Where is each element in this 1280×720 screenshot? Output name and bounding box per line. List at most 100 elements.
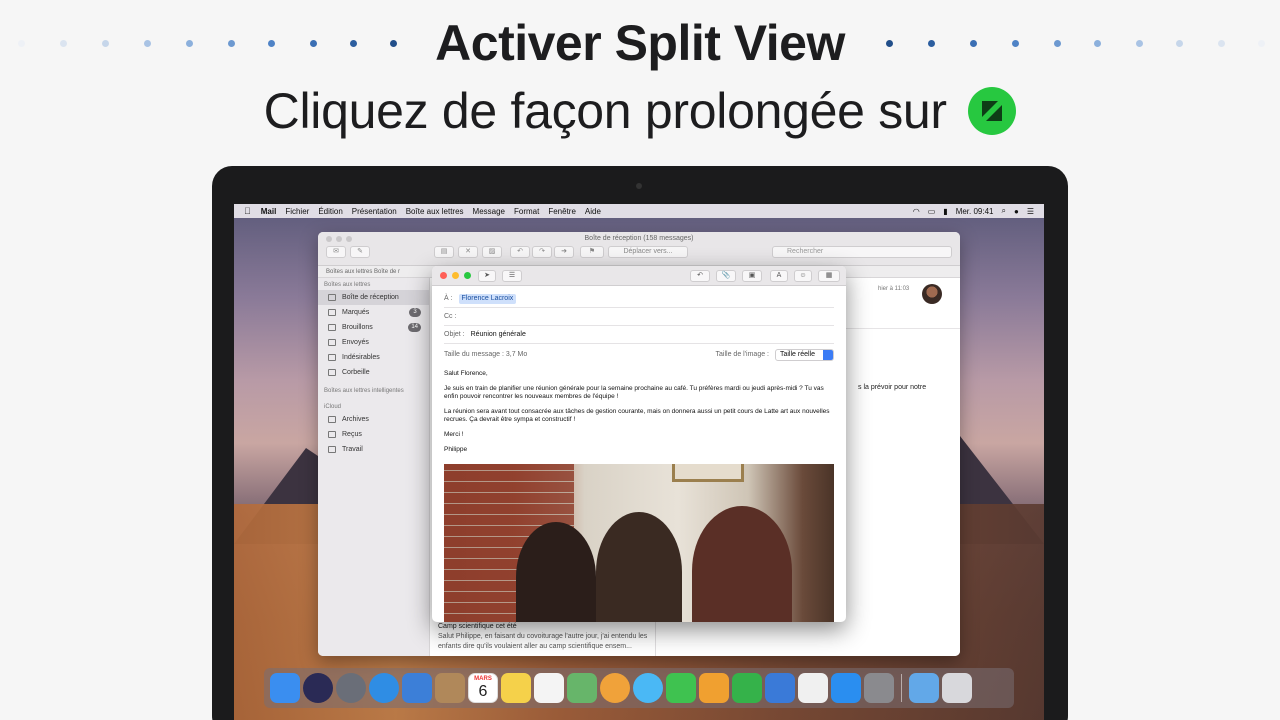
sidebar-item-label: Brouillons (342, 324, 373, 331)
menubar-clock[interactable]: Mer. 09:41 (956, 207, 994, 216)
attached-photo[interactable] (444, 464, 834, 622)
music-icon[interactable] (798, 673, 828, 703)
markup-icon[interactable]: ▦ (818, 270, 840, 282)
sidebar-item-archives[interactable]: Archives (318, 412, 429, 427)
safari-icon[interactable] (369, 673, 399, 703)
compose-toolbar: ➤ ☰ ↶ 📎 ▣ A ☺ ▦ (432, 266, 846, 286)
menu-view[interactable]: Présentation (352, 207, 397, 216)
minimize-button[interactable] (452, 272, 459, 279)
photo-person-center (596, 512, 682, 622)
app-store-icon[interactable] (831, 673, 861, 703)
pages-icon[interactable] (699, 673, 729, 703)
junk-icon (328, 354, 336, 361)
sidebar-item-trash[interactable]: Corbeille (318, 365, 429, 380)
battery-icon[interactable]: ▮ (943, 207, 947, 216)
maps-icon[interactable] (567, 673, 597, 703)
body-thanks: Merci ! (444, 431, 464, 438)
sidebar-item-label: Envoyés (342, 339, 369, 346)
photo-picture-frame (672, 464, 744, 482)
menu-mailbox[interactable]: Boîte aux lettres (406, 207, 464, 216)
sidebar-item-work[interactable]: Travail (318, 442, 429, 457)
contacts-icon[interactable] (435, 673, 465, 703)
reply-icon[interactable]: ↶ (690, 270, 710, 282)
spotlight-search-icon[interactable]: ⌕ (1002, 206, 1006, 216)
numbers-icon[interactable] (732, 673, 762, 703)
sidebar-item-label: Reçus (342, 431, 362, 438)
menu-window[interactable]: Fenêtre (548, 207, 576, 216)
sidebar-item-label: Indésirables (342, 354, 380, 361)
emoji-icon[interactable]: ☺ (794, 270, 812, 282)
wifi-icon[interactable]: ◠ (913, 207, 920, 216)
to-label: À : (444, 295, 453, 302)
mailbox-sidebar: Boîtes aux lettres Boîte de réception Ma… (318, 278, 430, 656)
cc-field[interactable]: Cc : (444, 308, 834, 326)
message-body[interactable]: Salut Florence, Je suis en train de plan… (444, 370, 834, 461)
message-size: Taille du message : 3,7 Mo (444, 351, 528, 358)
image-size-value: Taille réelle (779, 351, 815, 358)
close-button[interactable] (440, 272, 447, 279)
launchpad-icon[interactable] (336, 673, 366, 703)
reply-all-icon[interactable]: ↷ (532, 246, 552, 258)
to-field[interactable]: À : Florence Lacroix (444, 290, 834, 308)
flag-icon[interactable]: ⚑ (580, 246, 604, 258)
fullscreen-button[interactable] (464, 272, 471, 279)
attachment-icon[interactable]: 📎 (716, 270, 736, 282)
photo-person-right (692, 506, 792, 622)
siri-icon[interactable] (303, 673, 333, 703)
junk-icon[interactable]: ▨ (482, 246, 502, 258)
system-preferences-icon[interactable] (864, 673, 894, 703)
sidebar-item-inbox[interactable]: Boîte de réception (318, 290, 429, 305)
finder-icon[interactable] (270, 673, 300, 703)
reply-icon[interactable]: ↶ (510, 246, 530, 258)
mail-icon[interactable] (402, 673, 432, 703)
menu-edit[interactable]: Édition (318, 207, 342, 216)
compose-icon[interactable]: ✎ (350, 246, 370, 258)
notes-icon[interactable] (501, 673, 531, 703)
menu-message[interactable]: Message (473, 207, 505, 216)
dock: MARS 6 (264, 668, 1014, 708)
forward-icon[interactable]: ➜ (554, 246, 574, 258)
image-size-select[interactable]: Taille réelle (774, 349, 834, 361)
menu-mail[interactable]: Mail (261, 207, 277, 216)
apple-logo-icon[interactable]:  (244, 206, 251, 216)
list-item[interactable]: Camp scientifique cet été Salut Philippe… (438, 622, 650, 652)
notification-center-icon[interactable]: ☰ (1027, 207, 1034, 216)
photos-icon[interactable] (600, 673, 630, 703)
search-input[interactable]: Rechercher (772, 246, 952, 258)
sidebar-section-icloud: iCloud (324, 404, 342, 410)
menu-help[interactable]: Aide (585, 207, 601, 216)
send-icon[interactable]: ➤ (478, 270, 496, 282)
sidebar-item-flagged[interactable]: Marqués 3 (318, 305, 429, 320)
sidebar-item-junk[interactable]: Indésirables (318, 350, 429, 365)
message-date: hier à 11:03 (878, 286, 910, 292)
recipient-token[interactable]: Florence Lacroix (458, 294, 517, 304)
message-snippet: Salut Philippe, en faisant du covoiturag… (438, 633, 648, 650)
subject-value[interactable]: Réunion générale (471, 331, 526, 338)
sent-icon (328, 339, 336, 346)
size-bar: Taille du message : 3,7 Mo Taille de l'i… (444, 348, 834, 362)
airplay-icon[interactable]: ▭ (928, 207, 936, 216)
avatar (922, 284, 942, 304)
menu-format[interactable]: Format (514, 207, 539, 216)
reminders-icon[interactable] (534, 673, 564, 703)
format-icon[interactable]: A (770, 270, 788, 282)
facetime-icon[interactable] (666, 673, 696, 703)
sidebar-item-drafts[interactable]: Brouillons 14 (318, 320, 429, 335)
subject-field[interactable]: Objet : Réunion générale (444, 326, 834, 344)
trash-icon[interactable]: ✕ (458, 246, 478, 258)
messages-icon[interactable] (633, 673, 663, 703)
archive-icon[interactable]: ▤ (434, 246, 454, 258)
keynote-icon[interactable] (765, 673, 795, 703)
photo-browser-icon[interactable]: ▣ (742, 270, 762, 282)
calendar-icon[interactable]: MARS 6 (468, 673, 498, 703)
get-mail-icon[interactable]: ✉ (326, 246, 346, 258)
user-icon[interactable]: ● (1014, 207, 1019, 216)
menu-file[interactable]: Fichier (285, 207, 309, 216)
sidebar-item-label: Archives (342, 416, 369, 423)
header-fields-icon[interactable]: ☰ (502, 270, 522, 282)
sidebar-item-receipts[interactable]: Reçus (318, 427, 429, 442)
sidebar-item-sent[interactable]: Envoyés (318, 335, 429, 350)
trash-icon[interactable] (942, 673, 972, 703)
move-to-button[interactable]: Déplacer vers... (608, 246, 688, 258)
downloads-folder-icon[interactable] (909, 673, 939, 703)
